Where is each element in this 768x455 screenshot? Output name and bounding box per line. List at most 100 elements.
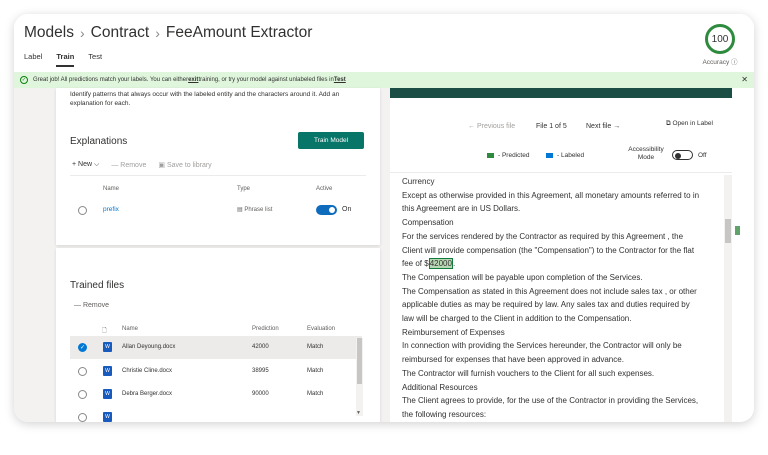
tab-label[interactable]: Label [24, 52, 42, 67]
trained-files-title: Trained files [70, 280, 125, 291]
doc-fee-end: . [452, 259, 456, 269]
minus-icon: — [111, 161, 119, 169]
word-document-icon: W [103, 342, 112, 352]
save-to-library-button[interactable]: ▣ Save to library [158, 161, 211, 169]
file-name: Allan Deyoung.docx [122, 344, 176, 350]
new-button[interactable]: + New ⌵ [72, 161, 99, 169]
remove-button[interactable]: — Remove [111, 162, 146, 169]
explanations-panel: Identify patterns that always occur with… [56, 88, 380, 245]
column-header-type: Type [237, 186, 251, 192]
previous-file-button[interactable]: ← Previous file [468, 123, 515, 130]
word-document-icon: W [103, 366, 112, 376]
save-label: Save to library [166, 162, 212, 169]
scrollbar-thumb[interactable] [725, 219, 731, 243]
divider [70, 175, 366, 176]
doc-heading-currency: Currency [402, 177, 435, 186]
toggle-knob [675, 152, 681, 159]
file-evaluation: Match [307, 368, 324, 374]
file-page-indicator: File 1 of 5 [536, 123, 567, 130]
word-document-icon: W [103, 412, 112, 422]
active-toggle-label: On [342, 206, 352, 213]
minus-icon: — [74, 302, 81, 309]
next-file-label: Next file [586, 123, 612, 130]
word-document-icon: W [103, 389, 112, 399]
doc-heading-compensation: Compensation [402, 218, 454, 228]
predicted-entity-highlight[interactable]: 42000 [428, 258, 453, 270]
doc-heading-reimbursement: Reimbursement of Expenses [402, 327, 505, 337]
doc-paragraph: Except as otherwise provided in this Agr… [402, 190, 700, 214]
row-select-radio[interactable] [78, 206, 87, 215]
accessibility-mode-label: Accessibility Mode [628, 146, 664, 161]
viewer-header-bar [390, 88, 732, 98]
active-toggle[interactable] [316, 205, 337, 215]
tab-bar: Label Train Test [24, 52, 102, 67]
open-external-icon: ⧉ [666, 120, 671, 127]
row-select-radio[interactable] [78, 367, 87, 376]
previous-file-label: Previous file [476, 123, 516, 130]
info-icon[interactable]: ⓘ [731, 59, 738, 66]
trained-files-remove-button[interactable]: — Remove [74, 302, 109, 309]
column-header-name: Name [103, 186, 120, 192]
accuracy-value: 100 [711, 33, 729, 45]
file-prediction: 42000 [252, 344, 269, 350]
doc-paragraph: The Compensation will be payable upon co… [402, 272, 643, 282]
open-in-label-text: Open in Label [672, 120, 713, 127]
document-scrollbar[interactable] [724, 175, 732, 422]
plus-icon: + [72, 161, 77, 168]
column-header-active: Active [316, 186, 333, 192]
legend-predicted: - Predicted [487, 152, 529, 159]
legend-labeled: - Labeled [546, 152, 584, 159]
document-icon: ▤ [237, 207, 243, 213]
table-row[interactable]: W Debra Berger.docx 90000 Match [70, 383, 362, 406]
chevron-right-icon: › [79, 25, 85, 41]
exit-link[interactable]: exit [188, 77, 198, 83]
legend-labeled-label: - Labeled [557, 152, 585, 159]
trained-files-remove-label: Remove [82, 302, 110, 309]
close-icon[interactable]: ✕ [741, 75, 748, 84]
file-name: Christie Cline.docx [122, 368, 173, 374]
table-row-partial[interactable]: W [70, 406, 362, 422]
toggle-knob [329, 207, 335, 213]
scroll-down-icon[interactable]: ▼ [356, 410, 361, 416]
next-file-button[interactable]: Next file → [586, 123, 620, 130]
file-prediction: 38995 [252, 368, 269, 374]
row-select-radio[interactable]: ✓ [78, 343, 87, 352]
row-select-radio[interactable] [78, 390, 87, 399]
app-window: Models › Contract › FeeAmount Extractor … [14, 14, 754, 422]
accuracy-ring: 100 [705, 24, 735, 54]
breadcrumb-contract[interactable]: Contract [91, 24, 150, 42]
divider [390, 172, 732, 173]
page-header: Models › Contract › FeeAmount Extractor … [14, 14, 754, 72]
new-label: New [78, 161, 93, 168]
legend-predicted-label: - Predicted [498, 152, 530, 159]
table-row[interactable]: W Christie Cline.docx 38995 Match [70, 360, 362, 383]
banner-text-middle: training, or try your model against unla… [198, 77, 334, 83]
viewer-legend: - Predicted - Labeled Accessibility Mode… [390, 146, 732, 168]
table-scrollbar[interactable]: ▼ [356, 338, 363, 416]
train-model-button[interactable]: Train Model [298, 132, 364, 149]
success-banner: ✓ Great job! All predictions match your … [14, 72, 754, 88]
predicted-swatch-icon [487, 152, 494, 158]
column-header-prediction: Prediction [252, 326, 279, 332]
explanation-name-link[interactable]: prefix [103, 206, 119, 213]
tab-test[interactable]: Test [88, 52, 102, 67]
save-icon: ▣ [158, 162, 165, 169]
open-in-label-button[interactable]: ⧉ Open in Label [666, 120, 713, 127]
doc-paragraph: The Contractor will furnish vouchers to … [402, 368, 655, 378]
labeled-swatch-icon [546, 152, 553, 158]
document-content: Currency Except as otherwise provided in… [402, 175, 702, 422]
doc-heading-resources: Additional Resources [402, 382, 478, 392]
remove-label: Remove [120, 161, 147, 169]
test-link[interactable]: Test [334, 77, 346, 83]
breadcrumb-model-name: FeeAmount Extractor [165, 24, 313, 41]
explanations-toolbar: + New ⌵ — Remove ▣ Save to library [72, 161, 212, 169]
row-select-radio[interactable] [78, 413, 87, 422]
accessibility-toggle[interactable] [672, 150, 693, 160]
breadcrumb-models[interactable]: Models [24, 24, 74, 42]
table-row[interactable]: ✓ W Allan Deyoung.docx 42000 Match [70, 336, 362, 359]
tab-train[interactable]: Train [56, 52, 75, 67]
scrollbar-thumb[interactable] [357, 338, 362, 384]
explanation-type-label: Phrase list [244, 207, 273, 213]
doc-paragraph: The Client agrees to provide, for the us… [402, 396, 699, 419]
scroll-match-marker [735, 226, 740, 235]
